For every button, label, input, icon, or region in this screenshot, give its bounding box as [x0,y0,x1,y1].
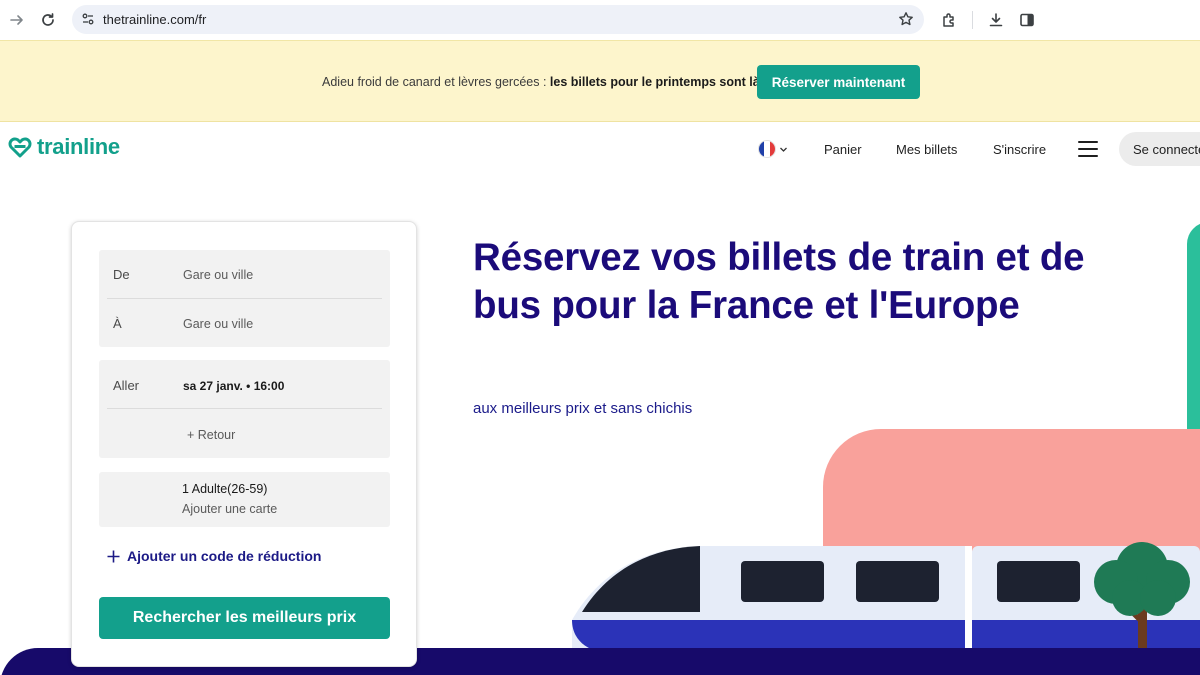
page: thetrainline.com/fr Adieu froid de canar… [0,0,1200,675]
nav-sign-up[interactable]: S'inscrire [993,142,1046,157]
france-flag-icon [758,140,776,158]
menu-icon[interactable] [1078,141,1098,157]
from-label: De [113,267,130,282]
browser-toolbar: thetrainline.com/fr [0,0,1200,40]
promo-text: Adieu froid de canard et lèvres gercées … [322,75,550,89]
hero-title: Réservez vos billets de train et de bus … [473,236,1085,327]
from-input[interactable]: Gare ou ville [183,268,253,282]
to-input[interactable]: Gare ou ville [183,317,253,331]
field-divider [107,408,382,409]
field-divider [107,298,382,299]
add-card-link[interactable]: Ajouter une carte [182,502,277,516]
site-header: trainline Panier Mes billets S'inscrire … [0,122,1200,178]
language-selector[interactable] [758,140,788,158]
bookmark-star-icon[interactable] [898,11,914,32]
heart-logo-icon [8,137,32,158]
outbound-date-input[interactable]: sa 27 janv. • 16:00 [183,379,284,393]
discount-label: Ajouter un code de réduction [127,548,322,564]
discount-code-link[interactable]: Ajouter un code de réduction [107,548,321,564]
trainline-logo[interactable]: trainline [8,134,120,160]
site-info-icon[interactable] [81,12,95,31]
side-panel-icon[interactable] [1016,9,1038,31]
download-icon[interactable] [985,9,1007,31]
book-now-button[interactable]: Réserver maintenant [757,65,920,99]
address-bar[interactable]: thetrainline.com/fr [72,5,924,34]
url-text[interactable]: thetrainline.com/fr [103,12,206,27]
extensions-icon[interactable] [938,9,960,31]
train-illustration [572,542,1200,652]
toolbar-divider [972,11,973,29]
route-fields: De Gare ou ville À Gare ou ville [99,250,390,347]
reload-icon[interactable] [36,8,60,32]
forward-icon[interactable] [5,8,29,32]
chevron-down-icon [780,147,787,152]
nav-my-tickets[interactable]: Mes billets [896,142,957,157]
passenger-count: 1 Adulte(26-59) [182,482,268,496]
add-return-link[interactable]: + Retour [187,428,235,442]
passenger-field[interactable]: 1 Adulte(26-59) Ajouter une carte [99,472,390,527]
login-button[interactable]: Se connecter [1119,132,1200,166]
date-fields: Aller sa 27 janv. • 16:00 + Retour [99,360,390,458]
search-card: De Gare ou ville À Gare ou ville Aller s… [71,221,417,667]
promo-text-bold: les billets pour le printemps sont là ! [549,75,768,89]
to-label: À [113,316,122,331]
promo-message: Adieu froid de canard et lèvres gercées … [322,75,767,89]
plus-icon [107,550,120,562]
hero-subtitle: aux meilleurs prix et sans chichis [473,400,693,417]
promo-banner: Adieu froid de canard et lèvres gercées … [0,40,1200,122]
nav-cart[interactable]: Panier [824,142,862,157]
logo-text: trainline [37,134,120,159]
outbound-label: Aller [113,378,140,393]
search-button[interactable]: Rechercher les meilleurs prix [99,597,390,639]
